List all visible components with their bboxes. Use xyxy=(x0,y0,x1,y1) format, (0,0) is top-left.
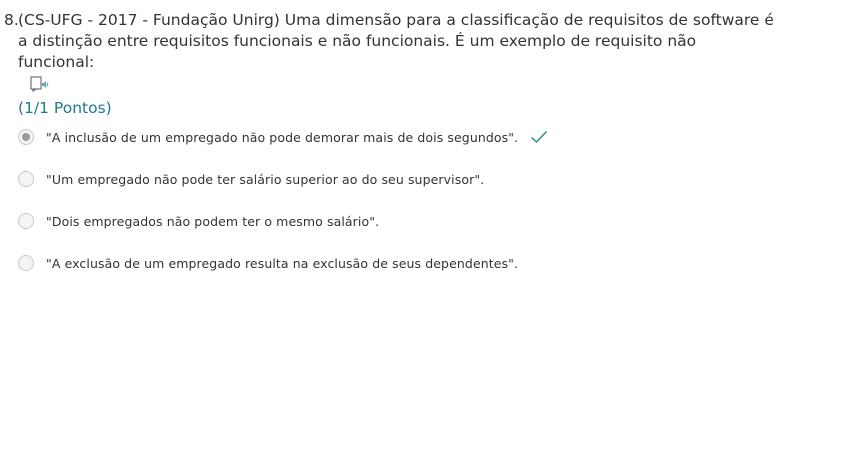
answer-option-text: "A exclusão de um empregado resulta na e… xyxy=(46,255,519,271)
answer-options: "A inclusão de um empregado não pode dem… xyxy=(18,116,718,284)
radio-button-selected[interactable] xyxy=(18,129,34,145)
immersive-reader-icon[interactable] xyxy=(30,75,50,93)
radio-button[interactable] xyxy=(18,255,34,271)
answer-option-text: "Um empregado não pode ter salário super… xyxy=(46,171,485,187)
answer-option-text: "A inclusão de um empregado não pode dem… xyxy=(46,129,519,145)
check-icon xyxy=(531,130,548,144)
question-title: 8. (CS-UFG - 2017 - Fundação Unirg) Uma … xyxy=(4,10,774,73)
answer-option-2[interactable]: "Um empregado não pode ter salário super… xyxy=(18,158,718,200)
radio-button[interactable] xyxy=(18,171,34,187)
answer-option-3[interactable]: "Dois empregados não podem ter o mesmo s… xyxy=(18,200,718,242)
question-block: 8. (CS-UFG - 2017 - Fundação Unirg) Uma … xyxy=(4,10,774,119)
question-text: (CS-UFG - 2017 - Fundação Unirg) Uma dim… xyxy=(18,11,774,71)
radio-button[interactable] xyxy=(18,213,34,229)
answer-option-1[interactable]: "A inclusão de um empregado não pode dem… xyxy=(18,116,718,158)
answer-option-4[interactable]: "A exclusão de um empregado resulta na e… xyxy=(18,242,718,284)
answer-option-text: "Dois empregados não podem ter o mesmo s… xyxy=(46,213,380,229)
question-number: 8. xyxy=(4,11,19,29)
